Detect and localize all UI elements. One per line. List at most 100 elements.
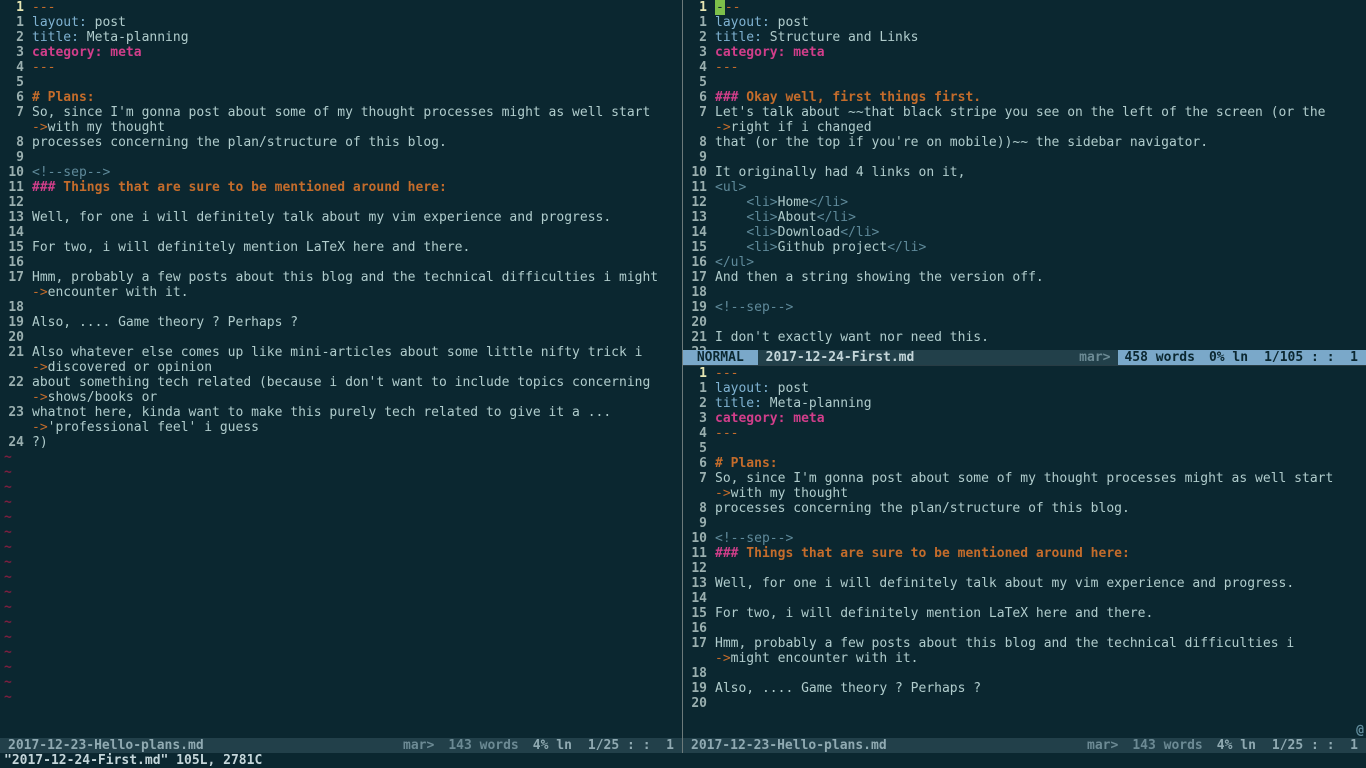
code-line[interactable]: 17Hmm, probably a few posts about this b… [683, 636, 1366, 651]
code-line[interactable]: ->with my thought [683, 486, 1366, 501]
code-line[interactable]: 13 <li>About</li> [683, 210, 1366, 225]
code-line[interactable]: 21Also whatever else comes up like mini-… [0, 345, 682, 360]
code-line[interactable]: 16</ul> [683, 255, 1366, 270]
code-line[interactable]: 8that (or the top if you're on mobile))~… [683, 135, 1366, 150]
code-line[interactable]: 8processes concerning the plan/structure… [683, 501, 1366, 516]
line-number: 8 [683, 501, 715, 516]
code-line[interactable]: 18 [683, 666, 1366, 681]
code-line[interactable]: 2title: Meta-planning [683, 396, 1366, 411]
code-line[interactable]: 14 [0, 225, 682, 240]
code-line[interactable]: 4--- [683, 60, 1366, 75]
code-line[interactable]: 16 [683, 621, 1366, 636]
code-line[interactable]: 1--- [683, 0, 1366, 15]
code-line[interactable]: 1layout: post [683, 15, 1366, 30]
empty-line-tilde: ~ [0, 525, 682, 540]
code-line[interactable]: 5 [0, 75, 682, 90]
code-line[interactable]: 20 [683, 315, 1366, 330]
command-line[interactable]: "2017-12-24-First.md" 105L, 2781C [0, 753, 1366, 768]
line-content: --- [715, 426, 1366, 441]
code-line[interactable]: 4--- [0, 60, 682, 75]
line-content [32, 300, 682, 315]
code-line[interactable]: 8processes concerning the plan/structure… [0, 135, 682, 150]
line-content: So, since I'm gonna post about some of m… [715, 471, 1366, 486]
empty-line-tilde: ~ [0, 465, 682, 480]
line-number: 5 [683, 75, 715, 90]
code-line[interactable]: ->discovered or opinion [0, 360, 682, 375]
code-line[interactable]: 12 <li>Home</li> [683, 195, 1366, 210]
code-line[interactable]: 19<!--sep--> [683, 300, 1366, 315]
code-line[interactable]: 23whatnot here, kinda want to make this … [0, 405, 682, 420]
code-line[interactable]: ->encounter with it. [0, 285, 682, 300]
line-number: 18 [0, 300, 32, 315]
code-line[interactable]: 11<ul> [683, 180, 1366, 195]
overflow-indicator: @ [1356, 723, 1364, 738]
buffer-right-bottom[interactable]: @ 1---1layout: post2title: Meta-planning… [683, 366, 1366, 738]
code-line[interactable]: 6# Plans: [0, 90, 682, 105]
code-line[interactable]: 18 [0, 300, 682, 315]
code-line[interactable]: 6# Plans: [683, 456, 1366, 471]
code-line[interactable]: 15For two, i will definitely mention LaT… [683, 606, 1366, 621]
code-line[interactable]: ->right if i changed [683, 120, 1366, 135]
code-line[interactable]: 22about something tech related (because … [0, 375, 682, 390]
code-line[interactable]: 3category: meta [683, 411, 1366, 426]
pane-left[interactable]: 1---1layout: post2title: Meta-planning3c… [0, 0, 683, 753]
code-line[interactable]: 6### Okay well, first things first. [683, 90, 1366, 105]
code-line[interactable]: 1layout: post [683, 381, 1366, 396]
code-line[interactable]: 18 [683, 285, 1366, 300]
code-line[interactable]: 1--- [683, 366, 1366, 381]
code-line[interactable]: 5 [683, 441, 1366, 456]
code-line[interactable]: 13Well, for one i will definitely talk a… [683, 576, 1366, 591]
code-line[interactable]: 11### Things that are sure to be mention… [0, 180, 682, 195]
code-line[interactable]: 10<!--sep--> [683, 531, 1366, 546]
code-line[interactable]: ->might encounter with it. [683, 651, 1366, 666]
code-line[interactable]: 9 [683, 150, 1366, 165]
code-line[interactable]: 16 [0, 255, 682, 270]
code-line[interactable]: 15For two, i will definitely mention LaT… [0, 240, 682, 255]
code-line[interactable]: 11### Things that are sure to be mention… [683, 546, 1366, 561]
code-line[interactable]: 3category: meta [0, 45, 682, 60]
code-line[interactable]: 5 [683, 75, 1366, 90]
code-line[interactable]: 15 <li>Github project</li> [683, 240, 1366, 255]
code-line[interactable]: 3category: meta [683, 45, 1366, 60]
code-line[interactable]: 9 [683, 516, 1366, 531]
code-line[interactable]: 14 [683, 591, 1366, 606]
code-line[interactable]: 13Well, for one i will definitely talk a… [0, 210, 682, 225]
buffer-right-top[interactable]: 1---1layout: post2title: Structure and L… [683, 0, 1366, 350]
line-number: 1 [0, 0, 32, 15]
line-number: 11 [683, 546, 715, 561]
code-line[interactable]: 22 [683, 345, 1366, 350]
code-line[interactable]: 20 [683, 696, 1366, 711]
vim-screen: 1---1layout: post2title: Meta-planning3c… [0, 0, 1366, 768]
line-content [715, 150, 1366, 165]
code-line[interactable]: 14 <li>Download</li> [683, 225, 1366, 240]
code-line[interactable]: 7So, since I'm gonna post about some of … [683, 471, 1366, 486]
line-content: ->'professional feel' i guess [32, 420, 682, 435]
code-line[interactable]: 9 [0, 150, 682, 165]
code-line[interactable]: 17And then a string showing the version … [683, 270, 1366, 285]
code-line[interactable]: 1--- [0, 0, 682, 15]
line-number [683, 486, 715, 501]
code-line[interactable]: 4--- [683, 426, 1366, 441]
code-line[interactable]: 1layout: post [0, 15, 682, 30]
code-line[interactable]: 2title: Meta-planning [0, 30, 682, 45]
code-line[interactable]: 17Hmm, probably a few posts about this b… [0, 270, 682, 285]
code-line[interactable]: ->shows/books or [0, 390, 682, 405]
code-line[interactable]: 12 [0, 195, 682, 210]
code-line[interactable]: 20 [0, 330, 682, 345]
code-line[interactable]: ->'professional feel' i guess [0, 420, 682, 435]
code-line[interactable]: 10<!--sep--> [0, 165, 682, 180]
code-line[interactable]: 19Also, .... Game theory ? Perhaps ? [0, 315, 682, 330]
pane-right-top[interactable]: 1---1layout: post2title: Structure and L… [683, 0, 1366, 366]
code-line[interactable]: 2title: Structure and Links [683, 30, 1366, 45]
buffer-left[interactable]: 1---1layout: post2title: Meta-planning3c… [0, 0, 682, 738]
code-line[interactable]: ->with my thought [0, 120, 682, 135]
code-line[interactable]: 21I don't exactly want nor need this. [683, 330, 1366, 345]
code-line[interactable]: 7Let's talk about ~~that black stripe yo… [683, 105, 1366, 120]
code-line[interactable]: 12 [683, 561, 1366, 576]
line-content: <ul> [715, 180, 1366, 195]
code-line[interactable]: 7So, since I'm gonna post about some of … [0, 105, 682, 120]
code-line[interactable]: 24?) [0, 435, 682, 450]
code-line[interactable]: 10It originally had 4 links on it, [683, 165, 1366, 180]
pane-right-bottom[interactable]: @ 1---1layout: post2title: Meta-planning… [683, 366, 1366, 753]
code-line[interactable]: 19Also, .... Game theory ? Perhaps ? [683, 681, 1366, 696]
